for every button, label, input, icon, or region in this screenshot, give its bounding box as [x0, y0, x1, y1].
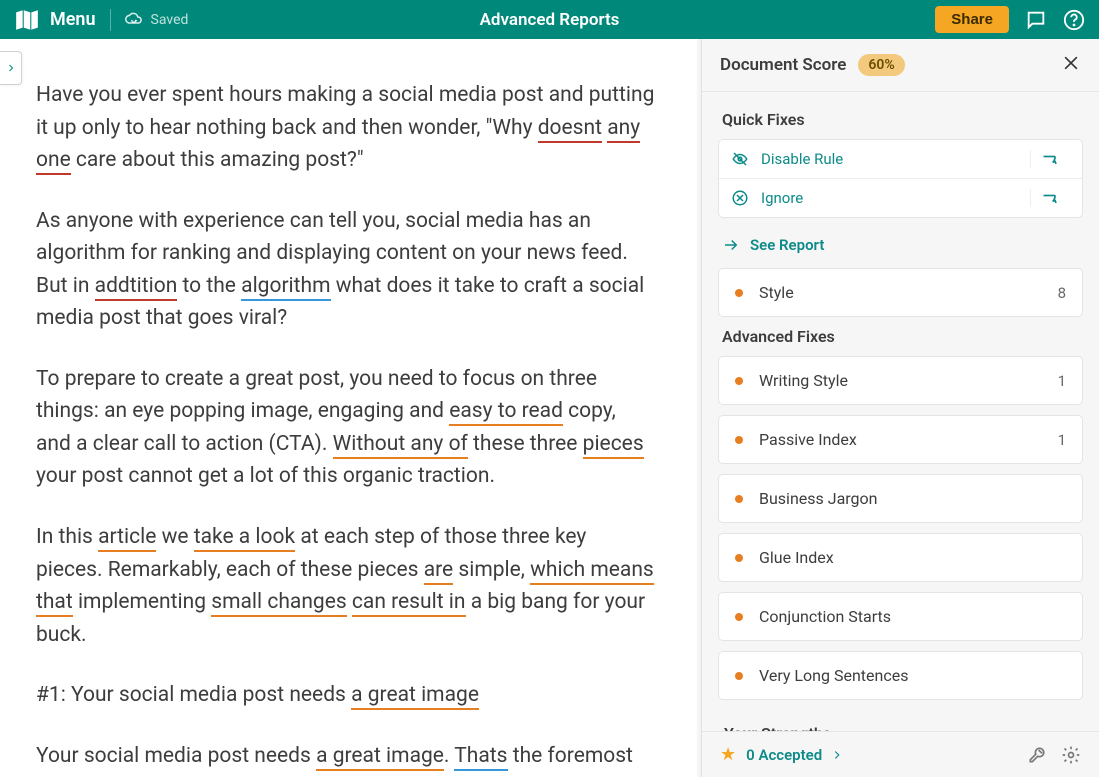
fix-card[interactable]: Very Long Sentences: [718, 651, 1083, 700]
style-easy-to-read[interactable]: easy to read: [449, 399, 563, 426]
logo-icon: [14, 7, 40, 33]
status-dot-icon: [735, 436, 743, 444]
ignore-label: Ignore: [761, 189, 803, 207]
panel-body[interactable]: Quick Fixes Disable Rule Ignore: [702, 92, 1099, 731]
style-without-any-of[interactable]: Without any of: [333, 432, 468, 459]
suggest-thats[interactable]: Thats: [454, 744, 507, 771]
panel-title: Document Score: [720, 55, 846, 75]
style-small-changes[interactable]: small changes: [211, 590, 346, 617]
help-icon: [1063, 9, 1085, 31]
disable-rule-option[interactable]: Disable Rule: [719, 140, 1082, 178]
gear-icon[interactable]: [1061, 745, 1081, 765]
your-strengths-toggle[interactable]: Your Strengths: [718, 710, 1083, 731]
style-fix-card[interactable]: Style 8: [718, 268, 1083, 317]
arrow-right-icon: [722, 236, 740, 254]
paragraph[interactable]: In this article we take a look at each s…: [36, 521, 655, 651]
paragraph[interactable]: Your social media post needs a great ima…: [36, 740, 655, 777]
status-dot-icon: [735, 613, 743, 621]
wrench-icon[interactable]: [1027, 745, 1047, 765]
topbar: Menu Saved Advanced Reports Share: [0, 0, 1099, 39]
style-take-a-look[interactable]: take a look: [194, 525, 295, 552]
chevron-down-icon: [1059, 725, 1077, 732]
ignore-option[interactable]: Ignore: [719, 178, 1082, 217]
accepted-link[interactable]: 0 Accepted: [746, 746, 844, 764]
save-status[interactable]: Saved: [125, 11, 189, 29]
status-dot-icon: [735, 495, 743, 503]
paragraph[interactable]: As anyone with experience can tell you, …: [36, 205, 655, 335]
quick-fixes-label: Quick Fixes: [722, 110, 1079, 129]
fix-label: Glue Index: [759, 548, 834, 567]
style-article[interactable]: article: [98, 525, 156, 552]
divider-shadow: [695, 39, 701, 777]
rule-options-card: Disable Rule Ignore: [718, 139, 1083, 218]
help-button[interactable]: [1063, 9, 1085, 31]
paragraph[interactable]: #1: Your social media post needs a great…: [36, 679, 655, 712]
see-report-label: See Report: [750, 236, 824, 254]
status-dot-icon: [735, 289, 743, 297]
saved-label: Saved: [151, 12, 189, 28]
status-dot-icon: [735, 377, 743, 385]
cancel-icon: [731, 189, 749, 207]
arrow-return-icon: [1041, 152, 1061, 166]
star-icon: ★: [720, 744, 736, 765]
feedback-button[interactable]: [1025, 9, 1047, 31]
fix-card[interactable]: Conjunction Starts: [718, 592, 1083, 641]
style-label: Style: [759, 283, 794, 302]
style-count: 8: [1058, 284, 1066, 302]
editor[interactable]: Have you ever spent hours making a socia…: [0, 39, 701, 777]
divider: [110, 9, 111, 31]
topbar-right: Share: [935, 6, 1085, 33]
expand-left-panel-button[interactable]: [0, 51, 22, 85]
cloud-sync-icon: [125, 11, 143, 29]
chevron-right-icon: [5, 62, 17, 74]
fix-label: Passive Index: [759, 430, 857, 449]
style-are[interactable]: are: [424, 558, 453, 585]
error-doesnt[interactable]: doesnt: [538, 116, 602, 143]
chat-icon: [1025, 9, 1047, 31]
fix-count: 1: [1058, 372, 1066, 390]
suggest-algorithm[interactable]: algorithm: [241, 274, 330, 301]
fix-card[interactable]: Writing Style 1: [718, 356, 1083, 405]
error-addtition[interactable]: addtition: [95, 274, 178, 301]
accepted-label: 0 Accepted: [746, 746, 822, 764]
close-panel-button[interactable]: [1061, 53, 1081, 77]
ignore-apply[interactable]: [1030, 189, 1070, 207]
see-report-link[interactable]: See Report: [718, 228, 1083, 268]
fix-card[interactable]: Passive Index 1: [718, 415, 1083, 464]
close-icon: [1061, 53, 1081, 73]
style-pieces[interactable]: pieces: [583, 432, 644, 459]
editor-content[interactable]: Have you ever spent hours making a socia…: [0, 39, 701, 777]
fix-label: Business Jargon: [759, 489, 878, 508]
fix-label: Very Long Sentences: [759, 666, 908, 685]
paragraph[interactable]: To prepare to create a great post, you n…: [36, 363, 655, 493]
style-can-result-in[interactable]: can result in: [352, 590, 466, 617]
strengths-label: Your Strengths: [724, 724, 831, 731]
menu-label: Menu: [50, 9, 96, 30]
style-a-great-image[interactable]: a great image: [351, 683, 479, 710]
fix-card[interactable]: Glue Index: [718, 533, 1083, 582]
disable-rule-apply[interactable]: [1030, 150, 1070, 168]
score-badge: 60%: [858, 54, 904, 76]
panel-footer: ★ 0 Accepted: [702, 731, 1099, 777]
menu-button[interactable]: Menu: [14, 7, 96, 33]
paragraph[interactable]: Have you ever spent hours making a socia…: [36, 79, 655, 177]
arrow-return-icon: [1041, 191, 1061, 205]
advanced-fixes-label: Advanced Fixes: [722, 327, 1079, 346]
chevron-right-icon: [830, 748, 844, 762]
fix-card[interactable]: Business Jargon: [718, 474, 1083, 523]
share-button[interactable]: Share: [935, 6, 1009, 33]
fix-count: 1: [1058, 431, 1066, 449]
fix-label: Conjunction Starts: [759, 607, 891, 626]
status-dot-icon: [735, 554, 743, 562]
disable-rule-label: Disable Rule: [761, 150, 843, 168]
side-panel: Document Score 60% Quick Fixes Disable R…: [701, 39, 1099, 777]
main-area: Have you ever spent hours making a socia…: [0, 39, 1099, 777]
status-dot-icon: [735, 672, 743, 680]
eye-off-icon: [731, 150, 749, 168]
fix-label: Writing Style: [759, 371, 848, 390]
panel-header: Document Score 60%: [702, 39, 1099, 92]
style-a-great-image-2[interactable]: a great image: [316, 744, 444, 771]
